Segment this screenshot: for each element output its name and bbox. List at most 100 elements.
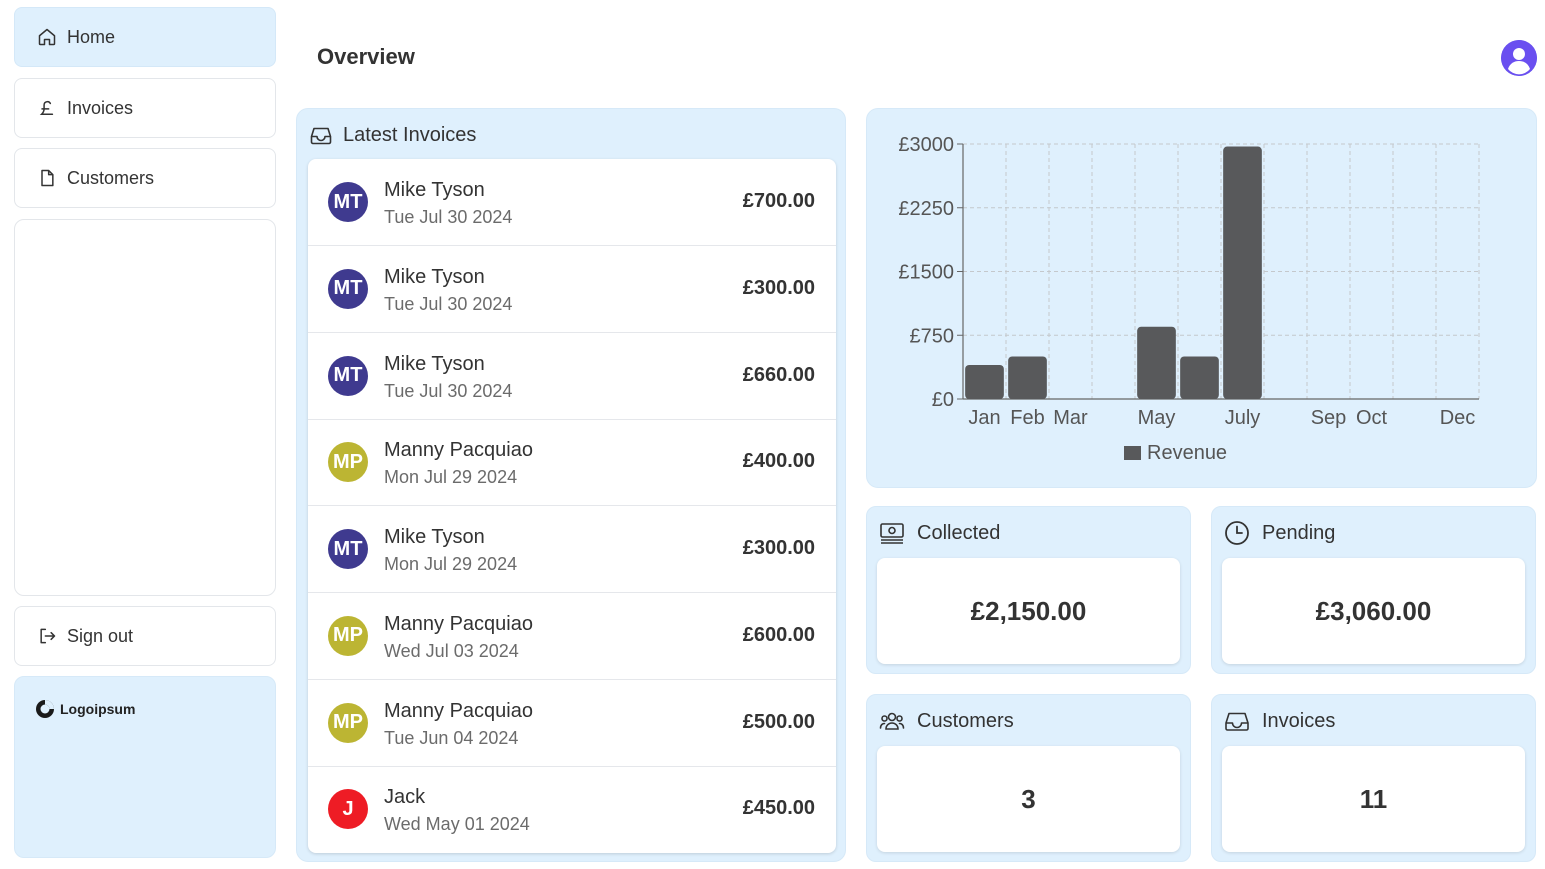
invoice-row[interactable]: MP Manny Pacquiao Wed Jul 03 2024 £600.00 xyxy=(308,593,836,680)
invoice-amount: £700.00 xyxy=(742,190,815,212)
pending-value: £3,060.00 xyxy=(1222,558,1525,664)
customer-name: Manny Pacquiao xyxy=(384,612,533,635)
inbox-icon xyxy=(1225,712,1249,731)
user-avatar[interactable] xyxy=(1501,40,1537,76)
invoice-amount: £450.00 xyxy=(742,797,815,820)
invoice-list: MT Mike Tyson Tue Jul 30 2024 £700.00 MT Mike… xyxy=(308,159,836,853)
customer-avatar: MT xyxy=(328,355,368,396)
document-icon xyxy=(41,169,54,187)
customer-avatar: J xyxy=(328,789,368,830)
legend-label: Revenue xyxy=(1147,442,1227,464)
x-tick-label: Feb xyxy=(1010,407,1044,429)
customer-avatar: MP xyxy=(328,442,368,483)
pending-label: Pending xyxy=(1262,521,1336,544)
x-tick-label: Oct xyxy=(1356,407,1388,429)
pound-icon xyxy=(39,101,54,115)
invoice-amount: £660.00 xyxy=(742,363,815,386)
sidebar-item-label: Home xyxy=(67,26,116,47)
invoice-amount: £500.00 xyxy=(742,710,815,733)
invoice-date: Tue Jul 30 2024 xyxy=(384,293,513,314)
customers-card: Customers 3 xyxy=(866,694,1191,862)
collected-card: Collected £2,150.00 xyxy=(866,506,1191,674)
collected-header: Collected xyxy=(878,519,1000,547)
invoice-date: Wed May 01 2024 xyxy=(384,814,530,835)
invoice-date: Tue Jul 30 2024 xyxy=(384,207,513,227)
sidebar-item-label: Customers xyxy=(67,167,155,188)
y-tick-label: £3000 xyxy=(898,134,954,156)
pending-header: Pending xyxy=(1223,519,1335,547)
sidebar-item-home[interactable]: Home xyxy=(14,7,276,67)
customer-name: Manny Pacquiao xyxy=(384,699,533,722)
clock-icon xyxy=(1225,521,1249,545)
pending-card: Pending £3,060.00 xyxy=(1211,506,1536,674)
latest-invoices-header: Latest Invoices xyxy=(309,123,476,147)
sidebar-item-invoices[interactable]: Invoices xyxy=(14,78,276,138)
sign-out-label: Sign out xyxy=(67,625,134,646)
invoice-amount: £600.00 xyxy=(742,623,815,646)
sidebar-item-label: Invoices xyxy=(67,97,134,118)
customer-avatar: MT xyxy=(328,268,368,309)
x-tick-label: July xyxy=(1225,407,1261,429)
invoice-row[interactable]: MT Mike Tyson Tue Jul 30 2024 £300.00 xyxy=(308,246,836,333)
invoices-header: Invoices xyxy=(1223,707,1335,735)
logo-icon xyxy=(36,700,54,718)
page-title: Overview xyxy=(317,44,415,69)
logo-panel: Logoipsum xyxy=(14,676,276,858)
customer-name: Mike Tyson xyxy=(384,179,485,201)
sidebar-item-customers[interactable]: Customers xyxy=(14,148,276,208)
customer-name: Manny Pacquiao xyxy=(384,439,533,462)
customers-value: 3 xyxy=(877,746,1180,852)
invoice-date: Tue Jul 30 2024 xyxy=(384,380,513,401)
invoice-row[interactable]: J Jack Wed May 01 2024 £450.00 xyxy=(308,766,836,853)
latest-invoices-title: Latest Invoices xyxy=(343,123,477,146)
revenue-bar xyxy=(965,365,1004,399)
logo-text: Logoipsum xyxy=(60,701,136,717)
invoices-value: 11 xyxy=(1222,746,1525,852)
customer-avatar: MT xyxy=(328,182,368,222)
invoice-date: Mon Jul 29 2024 xyxy=(384,467,518,488)
customer-avatar: MP xyxy=(328,615,368,656)
latest-invoices-card: Latest Invoices MT Mike Tyson Tue Jul 30 2… xyxy=(296,108,846,862)
invoice-amount: £400.00 xyxy=(742,450,815,473)
y-tick-label: £750 xyxy=(910,325,955,347)
revenue-bar xyxy=(1223,146,1262,399)
customer-avatar: MP xyxy=(328,702,368,743)
invoice-row[interactable]: MT Mike Tyson Tue Jul 30 2024 £660.00 xyxy=(308,333,836,420)
invoice-date: Mon Jul 29 2024 xyxy=(384,554,518,574)
invoices-label: Invoices xyxy=(1262,709,1336,732)
customer-name: Mike Tyson xyxy=(384,265,485,288)
customer-avatar: MT xyxy=(328,529,368,569)
banknote-icon xyxy=(880,523,904,544)
x-tick-label: Sep xyxy=(1311,407,1347,429)
collected-label: Collected xyxy=(917,521,1001,544)
revenue-bar xyxy=(1180,356,1219,399)
invoice-date: Wed Jul 03 2024 xyxy=(384,640,519,661)
inbox-icon xyxy=(310,127,332,145)
customer-name: Mike Tyson xyxy=(384,352,485,375)
collected-value: £2,150.00 xyxy=(877,558,1180,664)
y-tick-label: £0 xyxy=(932,389,954,411)
user-icon xyxy=(1501,40,1537,76)
invoice-amount: £300.00 xyxy=(742,276,815,299)
x-tick-label: Mar xyxy=(1053,407,1088,429)
x-tick-label: Jan xyxy=(968,407,1000,429)
revenue-chart-card: £0 £750 £1500 £2250 £3000 Jan Feb Mar May July Sep… xyxy=(866,108,1537,488)
users-icon xyxy=(879,712,905,730)
customer-name: Jack xyxy=(384,786,426,809)
invoice-date: Tue Jun 04 2024 xyxy=(384,727,519,748)
y-tick-label: £2250 xyxy=(898,198,954,220)
customers-header: Customers xyxy=(878,707,1014,735)
invoice-row[interactable]: MP Manny Pacquiao Mon Jul 29 2024 £400.00 xyxy=(308,419,836,507)
revenue-bar xyxy=(1137,326,1176,399)
logo: Logoipsum xyxy=(35,699,135,719)
sign-out-button[interactable]: Sign out xyxy=(14,606,276,666)
invoice-row[interactable]: MT Mike Tyson Mon Jul 29 2024 £300.00 xyxy=(308,506,836,593)
revenue-chart: £0 £750 £1500 £2250 £3000 Jan Feb Mar May July Sep… xyxy=(898,134,1480,464)
invoice-row[interactable]: MP Manny Pacquiao Tue Jun 04 2024 £500.00 xyxy=(308,680,836,767)
sign-out-icon xyxy=(40,628,56,644)
y-tick-label: £1500 xyxy=(898,262,954,284)
sidebar-spacer-panel xyxy=(14,219,276,596)
invoice-amount: £300.00 xyxy=(742,537,815,559)
invoice-row[interactable]: MT Mike Tyson Tue Jul 30 2024 £700.00 xyxy=(308,159,836,246)
invoices-card: Invoices 11 xyxy=(1211,694,1536,862)
